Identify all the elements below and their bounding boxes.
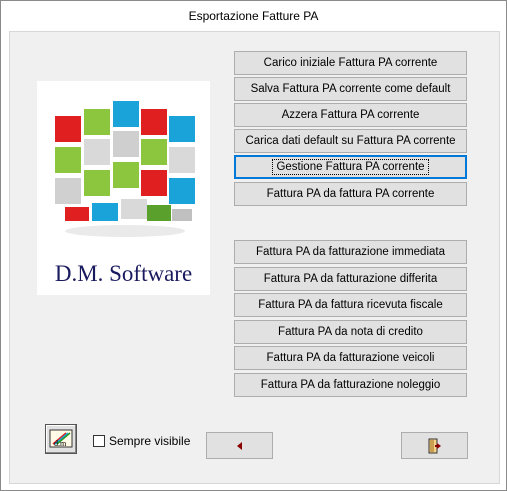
button-label: Fattura PA da fatturazione differita [263, 273, 438, 285]
svg-text:d.m: d.m [54, 439, 67, 448]
load-initial-button[interactable]: Carico iniziale Fattura PA corrente [234, 51, 467, 75]
button-label: Salva Fattura PA corrente come default [250, 83, 451, 95]
exit-button[interactable] [401, 432, 468, 459]
receipt-invoice-button[interactable]: Fattura PA da fattura ricevuta fiscale [234, 293, 467, 317]
always-visible-checkbox[interactable] [93, 435, 105, 447]
button-label: Fattura PA da fatturazione veicoli [266, 352, 435, 364]
button-label: Carica dati default su Fattura PA corren… [245, 135, 456, 147]
save-default-button[interactable]: Salva Fattura PA corrente come default [234, 77, 467, 101]
logo-text: D.M. Software [54, 261, 193, 286]
button-label: Azzera Fattura PA corrente [281, 109, 420, 121]
vehicle-invoicing-button[interactable]: Fattura PA da fatturazione veicoli [234, 346, 467, 370]
company-logo: D.M. Software [37, 81, 210, 295]
back-arrow-icon [236, 441, 242, 450]
button-label: Fattura PA da nota di credito [278, 326, 423, 338]
manage-invoice-button[interactable]: Gestione Fattura PA corrente [234, 155, 467, 179]
button-label: Fattura PA da fattura ricevuta fiscale [258, 299, 443, 311]
back-button[interactable] [206, 432, 273, 459]
cube-logo-icon [55, 101, 195, 237]
window-title: Esportazione Fatture PA [188, 9, 319, 23]
edit-tool-icon: d.m [49, 429, 73, 448]
edit-tool-button[interactable]: d.m [45, 424, 77, 454]
button-label: Fattura PA da fattura PA corrente [266, 188, 435, 200]
button-label: Gestione Fattura PA corrente [272, 159, 429, 175]
always-visible-label: Sempre visibile [109, 434, 191, 448]
reset-button[interactable]: Azzera Fattura PA corrente [234, 103, 467, 127]
button-label: Carico iniziale Fattura PA corrente [263, 57, 438, 69]
export-window: Esportazione Fatture PA D.M. Software Ca… [0, 0, 507, 491]
immediate-invoicing-button[interactable]: Fattura PA da fatturazione immediata [234, 240, 467, 264]
credit-note-button[interactable]: Fattura PA da nota di credito [234, 320, 467, 344]
button-label: Fattura PA da fatturazione immediata [256, 246, 445, 258]
exit-door-icon [428, 438, 441, 453]
deferred-invoicing-button[interactable]: Fattura PA da fatturazione differita [234, 267, 467, 291]
main-panel: D.M. Software Carico iniziale Fattura PA… [9, 31, 500, 484]
rental-invoicing-button[interactable]: Fattura PA da fatturazione noleggio [234, 373, 467, 397]
load-default-button[interactable]: Carica dati default su Fattura PA corren… [234, 129, 467, 153]
button-label: Fattura PA da fatturazione noleggio [260, 379, 441, 391]
invoice-from-current-button[interactable]: Fattura PA da fattura PA corrente [234, 182, 467, 206]
